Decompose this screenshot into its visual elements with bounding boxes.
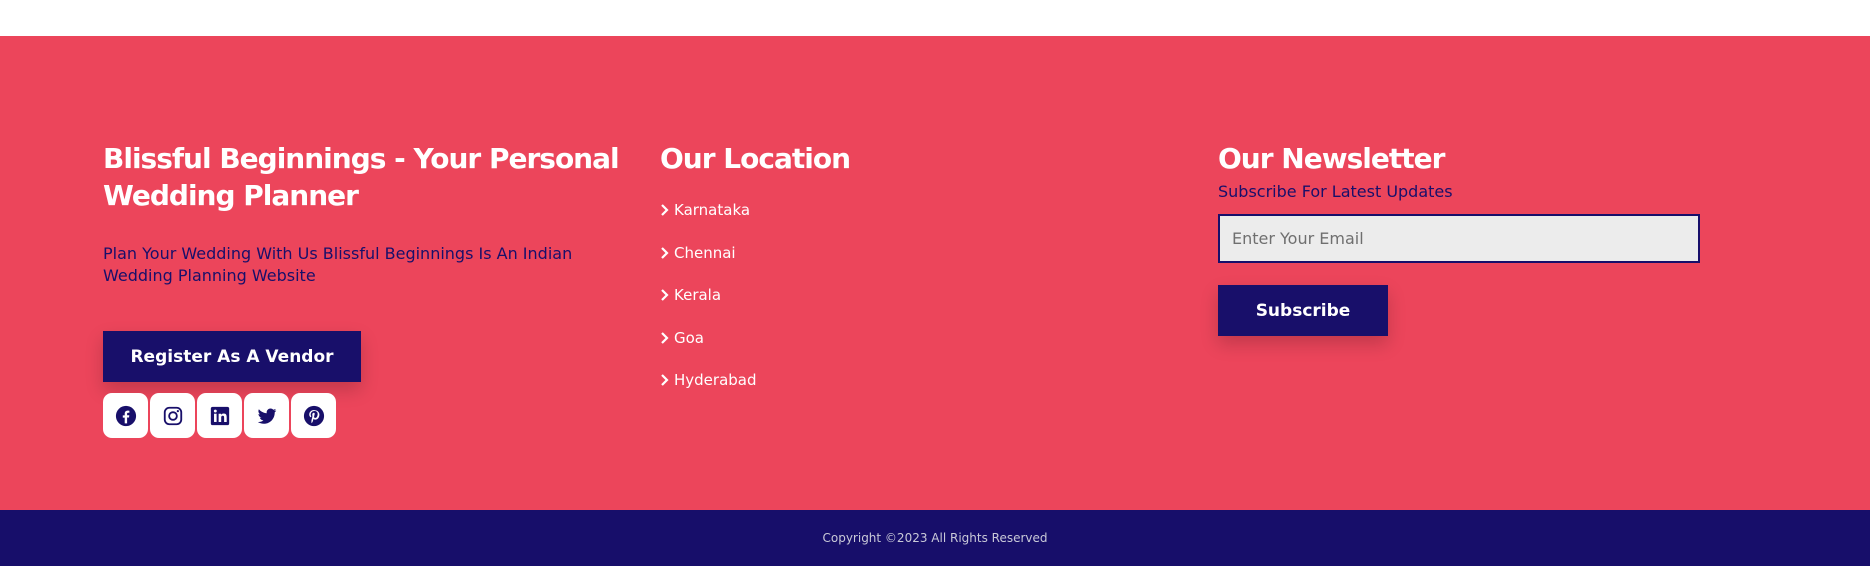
footer-location-column: Our Location Karnataka Chennai Kerala Go… <box>660 140 1180 402</box>
social-links <box>103 393 633 438</box>
newsletter-subtitle: Subscribe For Latest Updates <box>1218 182 1453 201</box>
site-footer: Blissful Beginnings - Your Personal Wedd… <box>0 36 1870 510</box>
location-item-chennai[interactable]: Chennai <box>660 232 1180 275</box>
chevron-right-icon <box>660 288 674 302</box>
footer-newsletter-column: Our Newsletter Subscribe For Latest Upda… <box>1218 140 1738 336</box>
linkedin-link[interactable] <box>197 393 242 438</box>
chevron-right-icon <box>660 246 674 260</box>
location-item-goa[interactable]: Goa <box>660 317 1180 360</box>
location-item-karnataka[interactable]: Karnataka <box>660 189 1180 232</box>
location-label: Hyderabad <box>674 371 757 390</box>
location-label: Chennai <box>674 243 736 262</box>
subscribe-button[interactable]: Subscribe <box>1218 285 1388 336</box>
copyright-text: Copyright ©2023 All Rights Reserved <box>822 531 1048 545</box>
pinterest-link[interactable] <box>291 393 336 438</box>
location-item-kerala[interactable]: Kerala <box>660 274 1180 317</box>
location-label: Kerala <box>674 286 722 305</box>
instagram-icon <box>163 406 182 425</box>
instagram-link[interactable] <box>150 393 195 438</box>
register-vendor-button[interactable]: Register As A Vendor <box>103 331 361 382</box>
location-label: Goa <box>674 328 704 347</box>
facebook-icon <box>115 405 136 426</box>
twitter-icon <box>257 408 276 424</box>
chevron-right-icon <box>660 203 674 217</box>
newsletter-title: Our Newsletter <box>1218 142 1445 175</box>
linkedin-icon <box>210 406 229 425</box>
email-field[interactable] <box>1218 214 1700 263</box>
chevron-right-icon <box>660 331 674 345</box>
chevron-right-icon <box>660 373 674 387</box>
location-label: Karnataka <box>674 201 751 220</box>
twitter-link[interactable] <box>244 393 289 438</box>
footer-about-column: Blissful Beginnings - Your Personal Wedd… <box>103 140 633 438</box>
location-title: Our Location <box>660 142 851 175</box>
page-top-strip <box>0 0 1870 36</box>
pinterest-icon <box>303 405 324 426</box>
location-item-hyderabad[interactable]: Hyderabad <box>660 359 1180 402</box>
about-description: Plan Your Wedding With Us Blissful Begin… <box>103 244 573 285</box>
location-list: Karnataka Chennai Kerala Goa Hyderabad <box>660 189 1180 402</box>
about-title: Blissful Beginnings - Your Personal Wedd… <box>103 142 620 212</box>
facebook-link[interactable] <box>103 393 148 438</box>
copyright-bar: Copyright ©2023 All Rights Reserved <box>0 510 1870 566</box>
